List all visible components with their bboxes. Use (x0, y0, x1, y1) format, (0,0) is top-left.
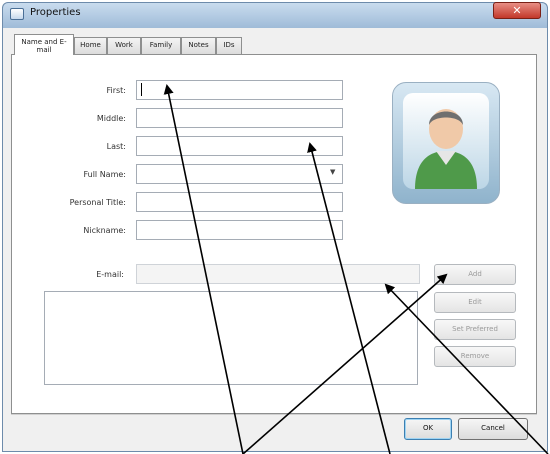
arrow-to-last-field (307, 142, 391, 454)
arrow-to-first-field (163, 84, 244, 454)
annotation-arrows (163, 84, 549, 454)
tab-name-and-email[interactable]: Name and E-mail (14, 34, 74, 55)
arrow-to-add-button (242, 273, 448, 454)
arrow-to-email-field (384, 283, 549, 454)
